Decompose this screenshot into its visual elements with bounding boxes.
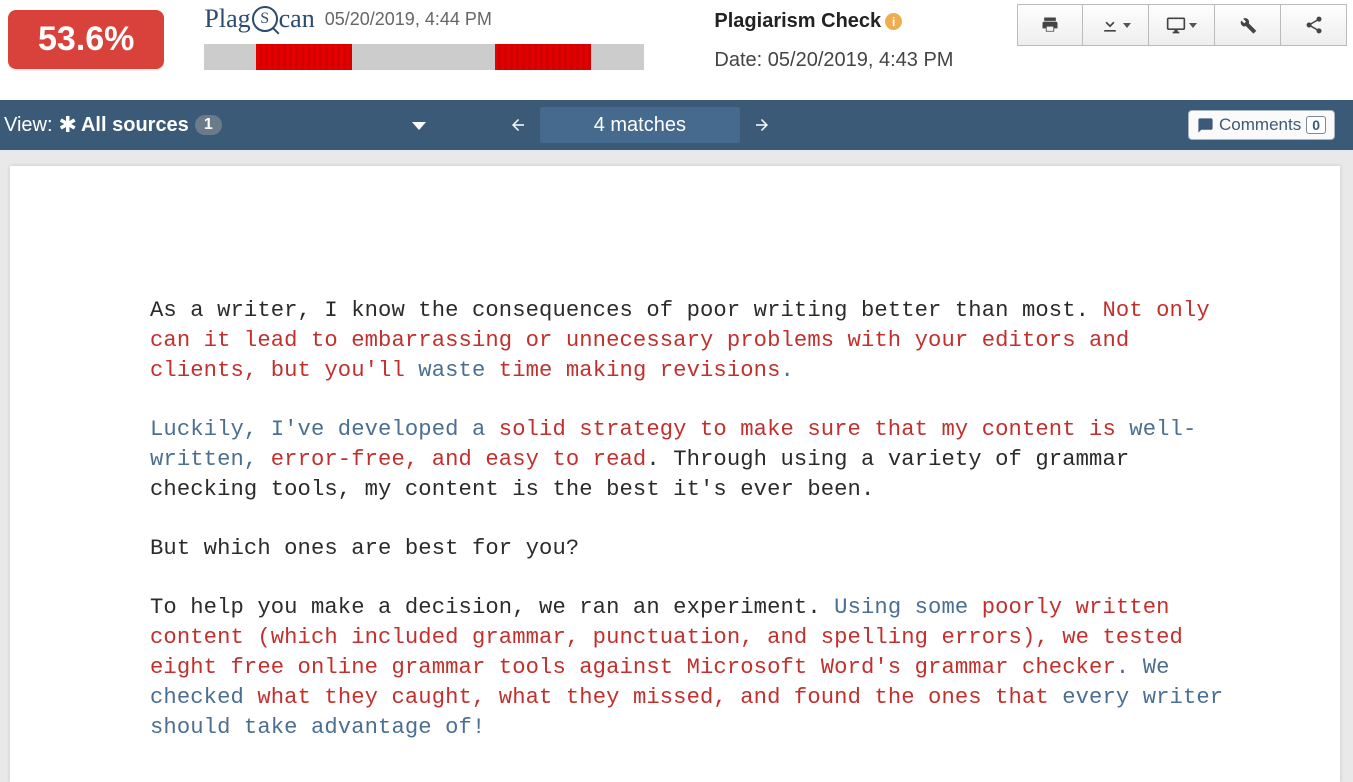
paragraph: But which ones are best for you? (150, 534, 1230, 564)
check-date: Date: 05/20/2019, 4:43 PM (714, 49, 1017, 72)
similarity-segment (256, 44, 352, 70)
check-title: Plagiarism Check (714, 10, 881, 33)
share-icon (1304, 15, 1324, 35)
share-button[interactable] (1281, 4, 1347, 46)
wrench-icon (1238, 15, 1258, 35)
header-row: 53.6% PlagScan 05/20/2019, 4:44 PM Plagi… (0, 0, 1353, 100)
settings-button[interactable] (1215, 4, 1281, 46)
logo-column: PlagScan 05/20/2019, 4:44 PM (204, 4, 644, 70)
paragraph: Luckily, I've developed a solid strategy… (150, 415, 1230, 505)
download-icon (1100, 15, 1120, 35)
similarity-bar (204, 44, 644, 70)
download-button[interactable] (1083, 4, 1149, 46)
document-page: As a writer, I know the consequences of … (10, 166, 1340, 782)
paragraph: As a writer, I know the consequences of … (150, 296, 1230, 386)
matches-count[interactable]: 4 matches (540, 107, 740, 143)
info-column: Plagiarism Check i Date: 05/20/2019, 4:4… (714, 4, 1017, 72)
document-area: As a writer, I know the consequences of … (0, 150, 1353, 782)
info-icon[interactable]: i (885, 13, 902, 30)
comments-button[interactable]: Comments 0 (1188, 110, 1335, 140)
comments-label: Comments (1219, 115, 1301, 135)
next-match-button[interactable] (740, 107, 784, 143)
arrow-left-icon (509, 116, 527, 134)
asterisk-icon: ✱ (59, 112, 77, 138)
toolbar (1017, 4, 1347, 46)
comments-count: 0 (1306, 116, 1326, 134)
logo-timestamp: 05/20/2019, 4:44 PM (325, 9, 492, 30)
arrow-right-icon (753, 116, 771, 134)
sources-count-badge: 1 (195, 115, 222, 135)
monitor-icon (1166, 15, 1186, 35)
prev-match-button[interactable] (496, 107, 540, 143)
view-label: View: (4, 114, 53, 137)
nav-bar: View: ✱ All sources 1 4 matches Comments… (0, 100, 1353, 150)
display-button[interactable] (1149, 4, 1215, 46)
view-name[interactable]: All sources (81, 114, 189, 137)
print-button[interactable] (1017, 4, 1083, 46)
chevron-down-icon (1123, 23, 1131, 28)
document-content: As a writer, I know the consequences of … (150, 296, 1230, 743)
paragraph: To help you make a decision, we ran an e… (150, 593, 1230, 743)
similarity-segment (495, 44, 591, 70)
view-dropdown[interactable] (412, 117, 426, 133)
comment-icon (1197, 117, 1214, 134)
plagiarism-percentage: 53.6% (8, 10, 164, 69)
chevron-down-icon (412, 122, 426, 130)
chevron-down-icon (1189, 23, 1197, 28)
printer-icon (1040, 15, 1060, 35)
plagscan-logo: PlagScan (204, 4, 314, 34)
